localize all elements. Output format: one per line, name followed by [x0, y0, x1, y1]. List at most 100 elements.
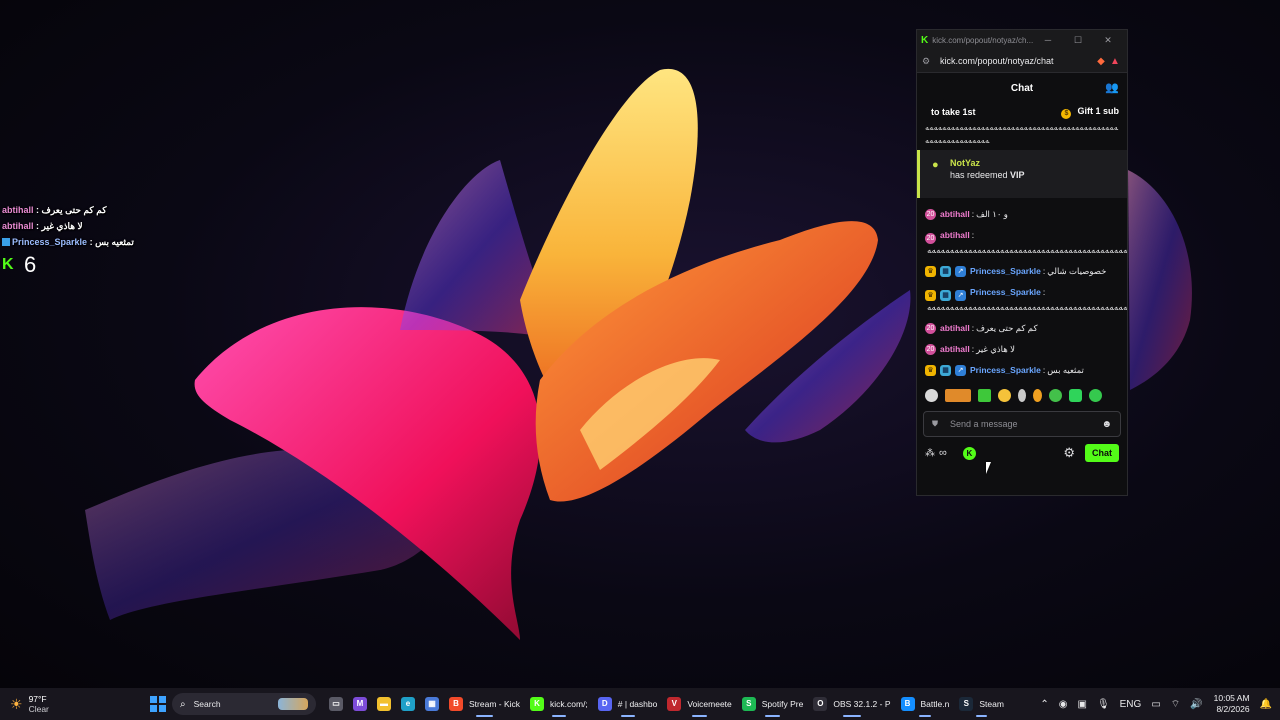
overlay-username: abtihall: [2, 221, 34, 231]
kick-extension-icon[interactable]: K: [962, 446, 976, 460]
message-text: لا هاذي غير: [976, 344, 1015, 354]
vip-text-prefix: has redeemed: [950, 170, 1011, 180]
brave-rewards-icon[interactable]: ▲: [1108, 56, 1122, 67]
taskbar-app-brave-stream[interactable]: B Stream - Kick: [444, 690, 525, 718]
taskbar-app-spotify[interactable]: S Spotify Pre: [737, 690, 809, 718]
stream-chat-overlay: abtihall : كم كم حتى يعرف abtihall : لا …: [2, 202, 134, 278]
microphone-icon[interactable]: 🎙: [1097, 699, 1110, 710]
taskbar-apps: ⌕ Search ▭ M ▬ e ▦ B Stream - Kick Kkick.com/; D…: [140, 688, 1009, 720]
taskbar-app-label: Steam: [979, 699, 1004, 709]
taskbar-app-label: kick.com/;: [550, 699, 588, 709]
volume-icon[interactable]: 🔊: [1190, 699, 1202, 710]
taskbar-app-store[interactable]: ▦: [420, 690, 444, 718]
obs-icon: O: [813, 697, 828, 711]
crown-badge-icon: ♛: [925, 290, 936, 301]
emote-icon[interactable]: [1069, 388, 1082, 402]
chat-username[interactable]: abtihall: [940, 204, 970, 225]
chat-username[interactable]: Princess_Sparkle: [970, 287, 1041, 297]
emoji-picker-icon[interactable]: ☻: [1101, 419, 1112, 430]
taskbar-app-label: Voicemeete: [687, 699, 732, 709]
taskbar-app-steam[interactable]: S Steam: [954, 690, 1009, 718]
taskbar-app-edge[interactable]: e: [396, 690, 420, 718]
emote-icon[interactable]: [945, 388, 971, 402]
user-icon: ●: [932, 159, 939, 171]
emote-icon[interactable]: [1018, 388, 1026, 402]
vip-username[interactable]: NotYaz: [950, 156, 1127, 170]
window-titlebar[interactable]: K kick.com/popout/notyaz/ch... ─ ☐ ✕: [917, 30, 1127, 50]
channel-points-icon[interactable]: ⁂: [925, 448, 935, 459]
maximize-button[interactable]: ☐: [1063, 35, 1093, 46]
emote-icon[interactable]: [1033, 388, 1042, 402]
chat-username[interactable]: abtihall: [940, 339, 970, 360]
discord-icon: D: [597, 697, 612, 711]
emote-icon[interactable]: [1049, 388, 1062, 402]
brave-shields-icon[interactable]: ◆: [1094, 56, 1108, 67]
coin-icon: $: [1061, 108, 1072, 119]
emote-icon[interactable]: [978, 388, 991, 402]
message-input[interactable]: [946, 419, 1102, 429]
emote-icon[interactable]: [1089, 388, 1102, 402]
chat-bottom-bar: ⁂ ∞ K ⚙ Chat: [917, 437, 1127, 469]
chat-username[interactable]: abtihall: [940, 230, 970, 240]
taskbar-app-kick[interactable]: Kkick.com/;: [525, 690, 593, 718]
network-app-icon[interactable]: ◉: [1059, 699, 1068, 710]
start-button[interactable]: [150, 696, 166, 712]
vip-redeem-event: ● NotYaz has redeemed VIP: [917, 150, 1127, 198]
chat-username[interactable]: abtihall: [940, 318, 970, 339]
display-icon[interactable]: ▭: [1151, 699, 1160, 710]
wifi-icon[interactable]: ⌔: [1171, 698, 1180, 711]
kick-favicon-icon: K: [921, 34, 929, 46]
weather-widget[interactable]: ☀ 97°F Clear: [0, 694, 140, 714]
message-text: و ١٠ الف: [976, 209, 1008, 219]
search-highlight-image: [278, 698, 308, 710]
infinity-icon[interactable]: ∞: [939, 447, 947, 459]
gift-sub-button[interactable]: $ Gift 1 sub: [1061, 106, 1119, 119]
weather-temp: 97°F: [28, 694, 47, 704]
sun-icon: ☀: [10, 695, 23, 712]
minimize-button[interactable]: ─: [1033, 35, 1063, 45]
taskbar-app-m365[interactable]: M: [348, 690, 372, 718]
sub-badge-icon: 20: [925, 233, 936, 244]
window-title: kick.com/popout/notyaz/ch...: [932, 35, 1033, 45]
viewer-count: K 6: [2, 252, 134, 278]
crown-badge-icon: ♛: [925, 266, 936, 277]
sub-badge-icon: 20: [925, 323, 936, 334]
taskbar-app-task-view[interactable]: ▭: [324, 690, 348, 718]
emote-icon[interactable]: [998, 388, 1011, 402]
taskbar-app-file-explorer[interactable]: ▬: [372, 690, 396, 718]
overlay-message: Princess_Sparkle : تمثعيه بس: [2, 234, 134, 250]
taskbar-app-discord[interactable]: D # | dashbo: [593, 690, 663, 718]
file-explorer-icon: ▬: [377, 697, 391, 711]
taskbar: ☀ 97°F Clear ⌕ Search ▭ M ▬ e ▦ B Stream - Kic…: [0, 688, 1280, 720]
chat-message: ♛ ▦ ↗ Princess_Sparkle: خصوصيات شالي: [925, 261, 1121, 282]
chat-message: 20 abtihall: ﻪﻪﻪﻪﻪﻪﻪﻪﻪﻪﻪﻪﻪﻪﻪﻪﻪﻪﻪﻪﻪﻪﻪﻪﻪﻪﻪﻪ…: [925, 225, 1127, 261]
taskbar-app-battlenet[interactable]: B Battle.n: [896, 690, 955, 718]
search-box[interactable]: ⌕ Search: [172, 693, 316, 715]
site-settings-icon[interactable]: ⚙: [922, 56, 936, 67]
chat-username[interactable]: Princess_Sparkle: [970, 261, 1041, 282]
pinned-bar: to take 1st $ Gift 1 sub: [917, 103, 1127, 121]
taskbar-app-obs[interactable]: O OBS 32.1.2 - P: [808, 690, 895, 718]
chevron-up-icon[interactable]: ⌃: [1040, 699, 1048, 710]
emote-icon[interactable]: [925, 388, 938, 402]
chat-username[interactable]: Princess_Sparkle: [970, 360, 1041, 381]
message-text: ﻪﻪﻪﻪﻪﻪﻪﻪﻪﻪﻪﻪﻪﻪﻪﻪﻪﻪﻪﻪﻪﻪﻪﻪﻪﻪﻪﻪﻪﻪﻪﻪﻪﻪﻪﻪﻪﻪﻪﻪ…: [927, 302, 1128, 312]
url-text[interactable]: kick.com/popout/notyaz/chat: [936, 56, 1094, 66]
users-icon[interactable]: 👥: [1105, 81, 1119, 94]
nvidia-icon[interactable]: ▣: [1077, 699, 1086, 710]
overlay-text: لا هاذي غير: [41, 221, 83, 231]
close-button[interactable]: ✕: [1093, 35, 1123, 46]
message-text: خصوصيات شالي: [1047, 266, 1107, 276]
chat-message: 20 abtihall: لا هاذي غير: [925, 339, 1121, 360]
taskbar-app-label: Battle.n: [920, 699, 950, 709]
crown-badge-icon: ♛: [925, 365, 936, 376]
language-indicator[interactable]: ENG: [1120, 699, 1142, 710]
weather-condition: Clear: [28, 704, 49, 714]
send-chat-button[interactable]: Chat: [1085, 444, 1119, 462]
notification-bell-icon[interactable]: 🔔: [1260, 699, 1272, 710]
settings-gear-icon[interactable]: ⚙: [1063, 445, 1075, 461]
taskbar-app-voicemeeter[interactable]: V Voicemeete: [662, 690, 736, 718]
clock[interactable]: 10:05 AM 8/2/2026: [1214, 693, 1250, 715]
vip-reward: VIP: [1010, 170, 1025, 180]
task-view-icon: ▭: [329, 697, 343, 711]
